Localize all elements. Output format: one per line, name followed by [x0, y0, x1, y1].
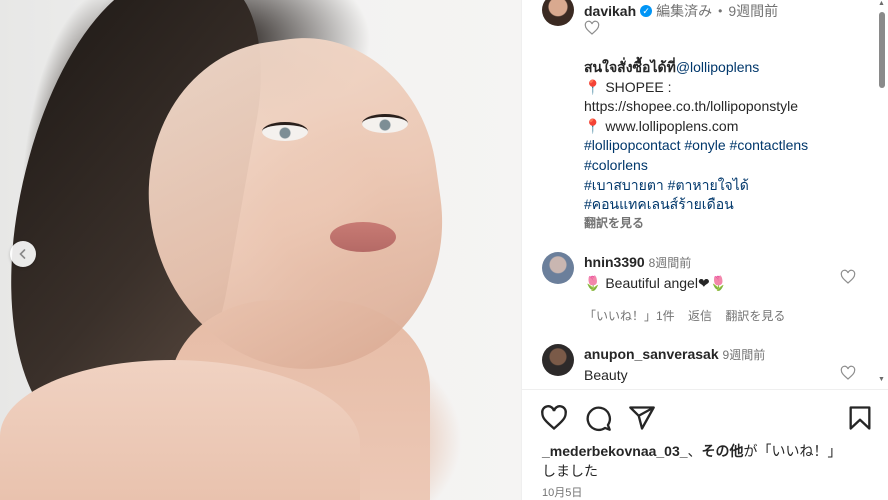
comment-translate-button[interactable]: 翻訳を見る — [725, 309, 785, 323]
heart-icon[interactable] — [840, 269, 856, 285]
heart-icon[interactable] — [840, 365, 856, 381]
post-time[interactable]: 9週間前 — [728, 1, 778, 21]
actions-divider — [522, 389, 888, 390]
scroll-up-arrow-icon[interactable]: ▲ — [878, 0, 885, 7]
comment-body: hnin3390 8週間前 🌷 Beautiful angel❤🌷 「いいね！」… — [584, 252, 834, 326]
scroll-thumb[interactable] — [879, 12, 885, 88]
hashtags-line-4[interactable]: #คอนแทคเลนส์ร้ายเดือน — [584, 195, 864, 215]
commenter-username[interactable]: anupon_sanverasak — [584, 346, 719, 362]
owner-username[interactable]: davikah — [584, 3, 636, 19]
comment-icon[interactable] — [584, 404, 612, 432]
commenter-avatar[interactable] — [542, 252, 574, 284]
comment-likes-count[interactable]: 「いいね！」1件 — [584, 309, 675, 323]
comment-item: hnin3390 8週間前 🌷 Beautiful angel❤🌷 「いいね！」… — [542, 252, 872, 323]
comment-actions: 「いいね！」1件 返信 翻訳を見る — [584, 306, 834, 326]
commenter-username[interactable]: hnin3390 — [584, 254, 645, 270]
post-action-bar — [540, 404, 871, 432]
caption-shopee-url: https://shopee.co.th/lollipoponstyle — [584, 98, 799, 115]
edited-label: 編集済み — [656, 3, 713, 19]
caption-shopee-label: 📍 SHOPEE : — [584, 78, 672, 95]
post-caption: สนใจสั่งซื้อได้ที่@lollipoplens 📍 SHOPEE… — [584, 58, 864, 231]
mention-link[interactable]: @lollipoplens — [676, 59, 759, 75]
post-photo — [0, 0, 521, 500]
header-dot: • — [718, 4, 723, 18]
hashtags-line-1[interactable]: #lollipopcontact #onyle #contactlens — [584, 136, 864, 156]
previous-photo-button[interactable] — [10, 241, 36, 267]
photo-eye-right — [362, 114, 408, 133]
photo-eye-left — [262, 122, 308, 141]
commenter-avatar[interactable] — [542, 344, 574, 376]
caption-lead: สนใจสั่งซื้อได้ที่ — [584, 59, 676, 75]
caption-see-translation[interactable]: 翻訳を見る — [584, 215, 864, 231]
post-header: davikah ✓ 編集済み • 9週間前 — [584, 0, 888, 22]
likes-others-link[interactable]: その他 — [702, 443, 744, 459]
comment-time[interactable]: 8週間前 — [649, 256, 692, 270]
photo-lips — [330, 222, 396, 252]
liked-text-2: しました — [542, 463, 598, 479]
comment-item: anupon_sanverasak 9週間前 Beauty — [542, 344, 872, 388]
share-icon[interactable] — [628, 404, 656, 432]
liked-text-1: が「いいね！」 — [743, 443, 842, 459]
hashtags-line-3[interactable]: #เบาสบายตา #ตาหายใจได้ — [584, 176, 864, 196]
heart-icon[interactable] — [540, 404, 568, 432]
caption-line-1: สนใจสั่งซื้อได้ที่@lollipoplens — [584, 58, 864, 78]
comment-text: Beauty — [584, 367, 628, 383]
comments-scrollbar[interactable]: ▲ ▼ — [877, 0, 887, 390]
comment-reply-button[interactable]: 返信 — [688, 309, 712, 323]
comment-body: anupon_sanverasak 9週間前 Beauty — [584, 344, 834, 385]
comment-time[interactable]: 9週間前 — [723, 348, 766, 362]
chevron-left-icon — [19, 249, 26, 259]
likes-summary: _mederbekovnaa_03_、その他が「いいね！」 しました — [542, 441, 872, 481]
post-side-panel: davikah ✓ 編集済み • 9週間前 สนใจสั่งซื้อได้ที่… — [521, 0, 888, 500]
liker-username[interactable]: _mederbekovnaa_03_ — [542, 443, 688, 459]
post-date[interactable]: 10月5日 — [542, 484, 582, 500]
caption-site: 📍 www.lollipoplens.com — [584, 117, 739, 134]
liker-separator: 、 — [687, 443, 702, 459]
heart-icon[interactable] — [584, 20, 600, 36]
hashtags-line-2[interactable]: #colorlens — [584, 156, 864, 176]
comment-text: 🌷 Beautiful angel❤🌷 — [584, 275, 728, 291]
scroll-down-arrow-icon[interactable]: ▼ — [878, 376, 885, 383]
owner-avatar[interactable] — [542, 0, 574, 26]
verified-badge-icon: ✓ — [640, 5, 653, 17]
bookmark-icon[interactable] — [846, 404, 874, 432]
